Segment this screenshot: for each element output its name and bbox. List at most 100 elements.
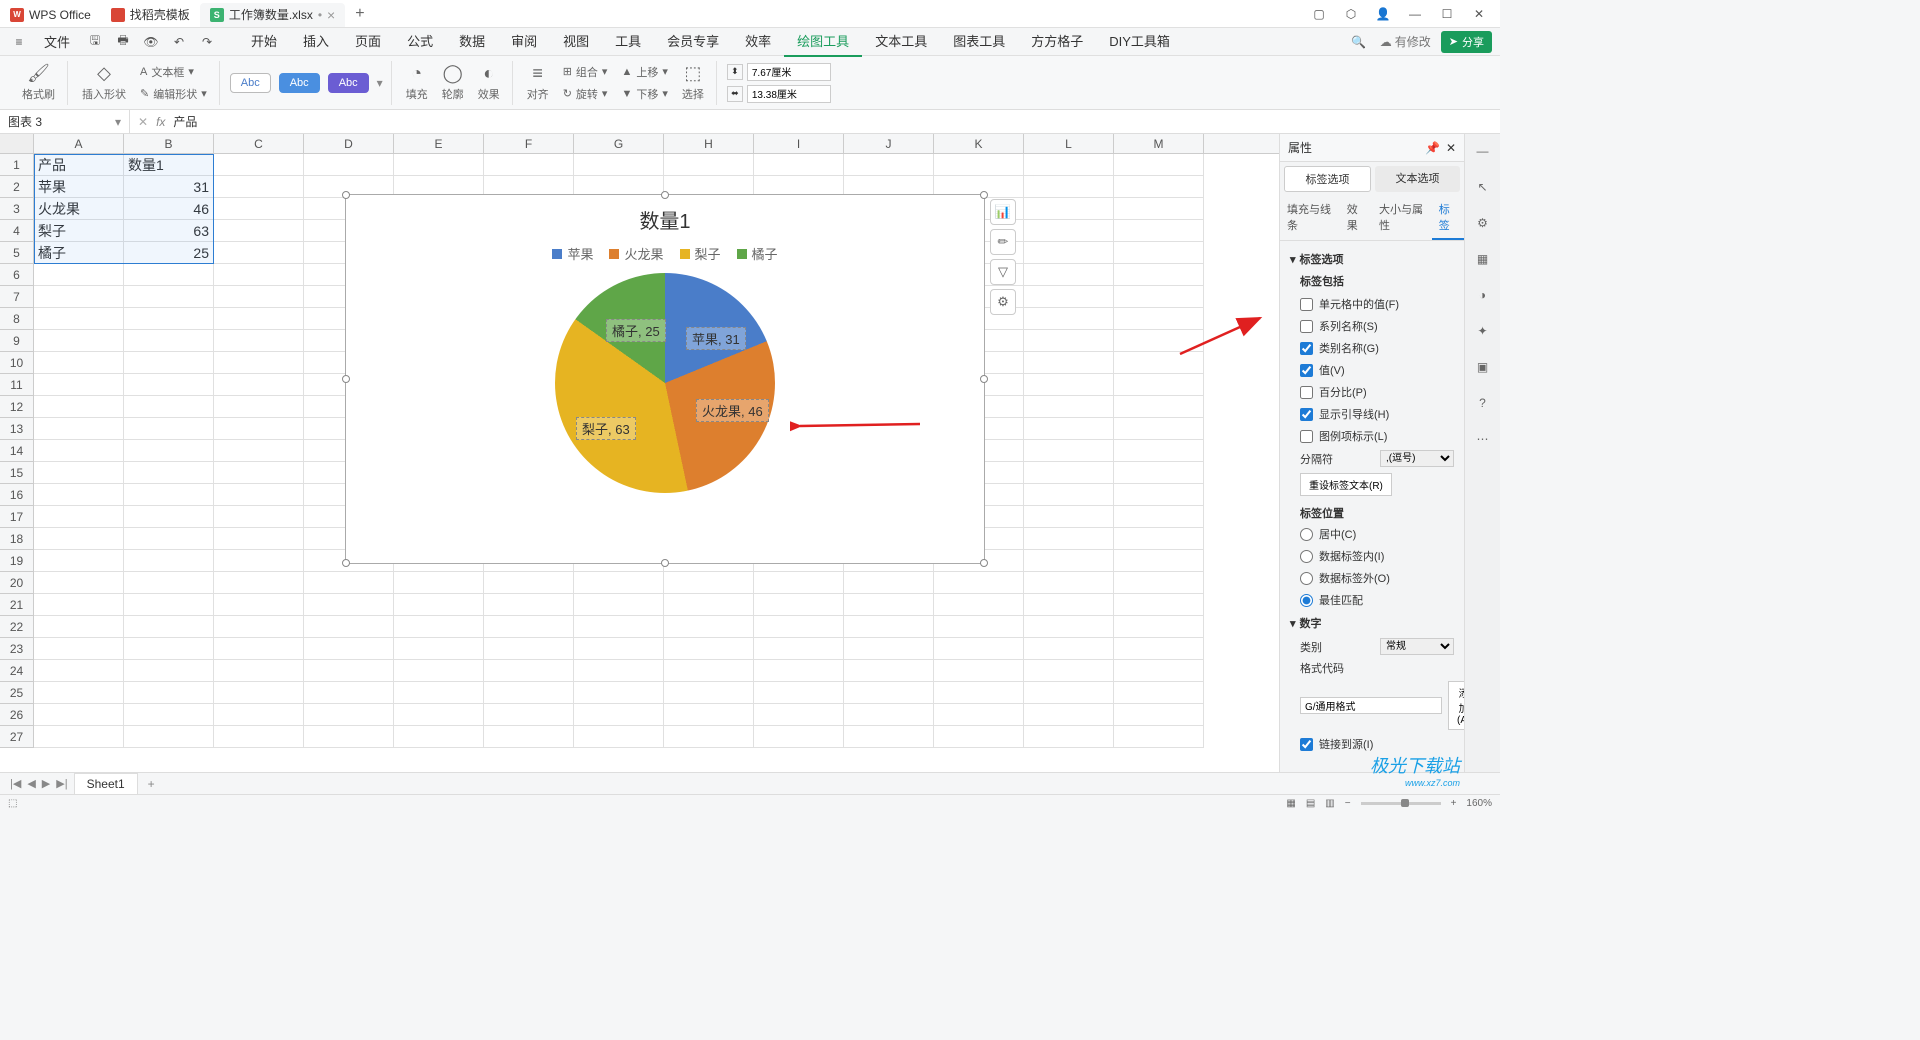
cell[interactable] — [1024, 154, 1114, 176]
row-header[interactable]: 20 — [0, 572, 34, 594]
zoom-value[interactable]: 160% — [1466, 798, 1492, 809]
cell[interactable] — [934, 154, 1024, 176]
col-header-D[interactable]: D — [304, 134, 394, 153]
cell[interactable] — [664, 638, 754, 660]
cell[interactable] — [1024, 572, 1114, 594]
cell[interactable] — [1114, 506, 1204, 528]
cell[interactable] — [214, 550, 304, 572]
cell[interactable] — [214, 418, 304, 440]
cell[interactable] — [214, 440, 304, 462]
cell[interactable] — [1024, 264, 1114, 286]
cell[interactable] — [1024, 726, 1114, 748]
cell[interactable] — [34, 374, 124, 396]
cell[interactable] — [934, 594, 1024, 616]
cell[interactable] — [214, 198, 304, 220]
cell[interactable] — [1114, 286, 1204, 308]
row-header[interactable]: 8 — [0, 308, 34, 330]
cell[interactable] — [754, 682, 844, 704]
cell[interactable] — [34, 572, 124, 594]
cell[interactable] — [484, 726, 574, 748]
rb-center[interactable] — [1300, 528, 1313, 541]
cell[interactable] — [844, 594, 934, 616]
cell[interactable] — [124, 462, 214, 484]
close-icon[interactable]: × — [327, 7, 335, 23]
cell[interactable] — [1024, 418, 1114, 440]
cell[interactable] — [34, 704, 124, 726]
row-header[interactable]: 16 — [0, 484, 34, 506]
cell[interactable] — [1114, 660, 1204, 682]
format-painter-button[interactable]: 🖌格式刷 — [18, 61, 59, 104]
cell[interactable] — [664, 660, 754, 682]
movedown-button[interactable]: ▼ 下移 ▾ — [617, 84, 671, 104]
fill-button[interactable]: ◔填充 — [402, 61, 432, 104]
cell[interactable] — [1114, 176, 1204, 198]
col-header-M[interactable]: M — [1114, 134, 1204, 153]
category-select[interactable]: 常规 — [1380, 638, 1454, 655]
cell[interactable]: 46 — [124, 198, 214, 220]
cell[interactable] — [574, 154, 664, 176]
cell[interactable] — [1024, 396, 1114, 418]
row-header[interactable]: 21 — [0, 594, 34, 616]
cell[interactable]: 63 — [124, 220, 214, 242]
cell[interactable] — [1114, 330, 1204, 352]
height-input[interactable] — [747, 63, 831, 81]
avatar-icon[interactable]: 👤 — [1374, 5, 1392, 23]
cell[interactable] — [214, 616, 304, 638]
cell[interactable] — [1114, 726, 1204, 748]
cell[interactable] — [304, 638, 394, 660]
cell[interactable]: 产品 — [34, 154, 124, 176]
name-box[interactable]: 图表 3 ▾ — [0, 110, 130, 133]
cell[interactable] — [34, 308, 124, 330]
fx-icon[interactable]: fx — [156, 115, 165, 129]
collapse-icon[interactable]: — — [1472, 140, 1494, 162]
cell[interactable] — [664, 154, 754, 176]
cell[interactable] — [124, 264, 214, 286]
cell[interactable] — [214, 154, 304, 176]
cell[interactable] — [934, 682, 1024, 704]
menu-tab-开始[interactable]: 开始 — [238, 26, 290, 57]
cell[interactable] — [304, 594, 394, 616]
cell[interactable] — [394, 704, 484, 726]
row-header[interactable]: 15 — [0, 462, 34, 484]
cell[interactable] — [664, 594, 754, 616]
zoom-slider[interactable] — [1361, 802, 1441, 805]
outline-button[interactable]: ◯轮廓 — [438, 61, 468, 104]
menu-tab-效率[interactable]: 效率 — [732, 26, 784, 57]
row-header[interactable]: 10 — [0, 352, 34, 374]
row-header[interactable]: 17 — [0, 506, 34, 528]
group-button[interactable]: ⊞ 组合 ▾ — [559, 62, 612, 82]
cell[interactable] — [1114, 198, 1204, 220]
menu-tab-会员专享[interactable]: 会员专享 — [654, 26, 732, 57]
cell[interactable] — [394, 154, 484, 176]
cell[interactable] — [1024, 176, 1114, 198]
menu-tab-公式[interactable]: 公式 — [394, 26, 446, 57]
cell[interactable]: 橘子 — [34, 242, 124, 264]
layers-icon[interactable]: ▦ — [1472, 248, 1494, 270]
menu-tab-页面[interactable]: 页面 — [342, 26, 394, 57]
cell[interactable] — [124, 440, 214, 462]
cell[interactable] — [1114, 352, 1204, 374]
cell[interactable] — [1024, 462, 1114, 484]
cell[interactable] — [484, 638, 574, 660]
menu-tab-方方格子[interactable]: 方方格子 — [1018, 26, 1096, 57]
cell[interactable] — [214, 594, 304, 616]
edit-shape-button[interactable]: ✎ 编辑形状 ▾ — [136, 84, 211, 104]
row-header[interactable]: 26 — [0, 704, 34, 726]
cell[interactable] — [1024, 506, 1114, 528]
more-icon[interactable]: ⋯ — [1472, 428, 1494, 450]
cell[interactable] — [664, 704, 754, 726]
cancel-icon[interactable]: ✕ — [138, 115, 148, 129]
cell[interactable] — [1114, 484, 1204, 506]
help-icon[interactable]: ? — [1472, 392, 1494, 414]
cell[interactable] — [1114, 264, 1204, 286]
style-preset-2[interactable]: Abc — [279, 73, 320, 93]
menu-tab-数据[interactable]: 数据 — [446, 26, 498, 57]
row-header[interactable]: 12 — [0, 396, 34, 418]
cell[interactable] — [664, 616, 754, 638]
cell[interactable] — [394, 726, 484, 748]
cell[interactable] — [1114, 638, 1204, 660]
cell[interactable] — [1114, 594, 1204, 616]
pie-label-apple[interactable]: 苹果, 31 — [686, 327, 746, 350]
cell[interactable] — [1024, 440, 1114, 462]
cell[interactable] — [304, 616, 394, 638]
